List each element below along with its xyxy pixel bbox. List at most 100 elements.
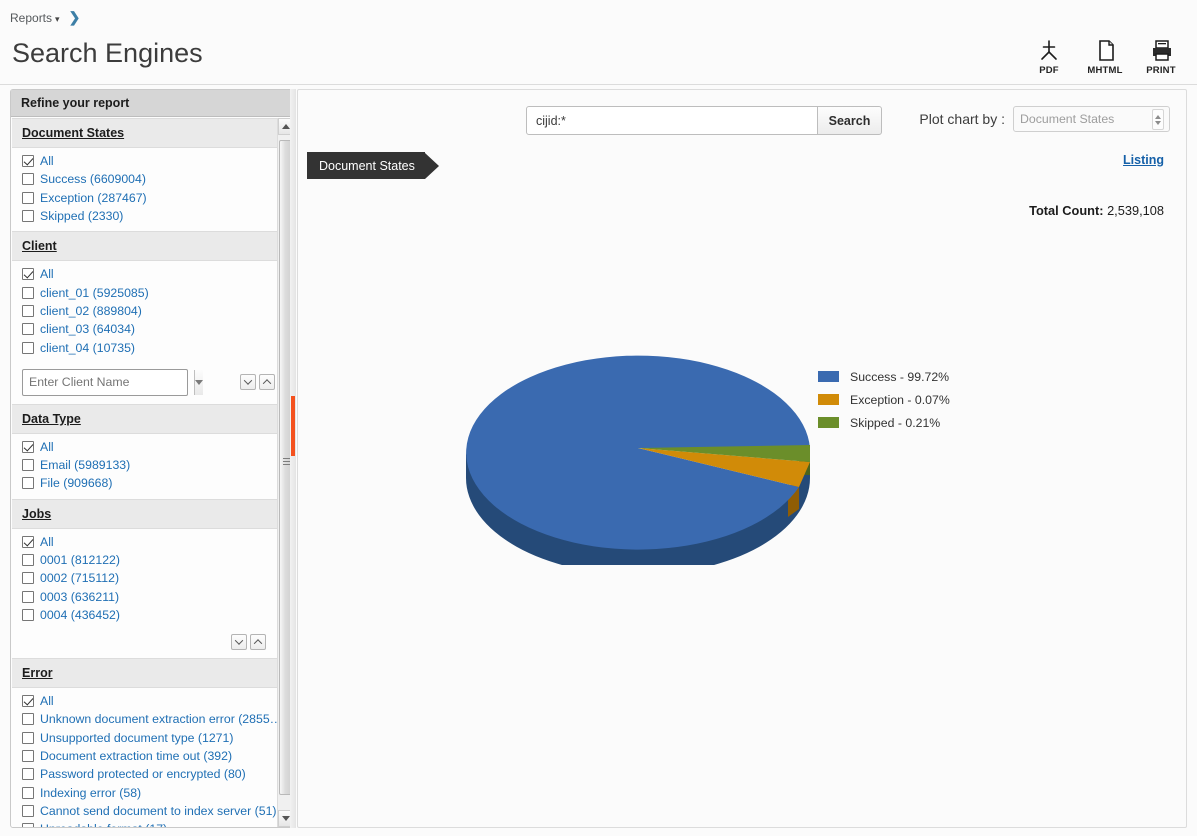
- facet-option[interactable]: File (909668): [22, 474, 278, 492]
- facet-option[interactable]: Email (5989133): [22, 456, 278, 474]
- checkbox-icon[interactable]: [22, 192, 34, 204]
- checkbox-icon[interactable]: [22, 768, 34, 780]
- splitter-handle-marker[interactable]: [291, 396, 295, 456]
- facet-option[interactable]: 0004 (436452): [22, 606, 278, 624]
- checkbox-icon[interactable]: [22, 554, 34, 566]
- facet-option[interactable]: All: [22, 692, 278, 710]
- checkbox-icon[interactable]: [22, 787, 34, 799]
- jobs-nav-buttons: [12, 630, 278, 658]
- facet-option-label: Success (6609004): [40, 172, 146, 186]
- checkbox-icon[interactable]: [22, 459, 34, 471]
- facet-option[interactable]: 0003 (636211): [22, 587, 278, 605]
- facet-options-data-type: All Email (5989133) File (909668): [12, 434, 278, 499]
- checkbox-icon[interactable]: [22, 572, 34, 584]
- checkbox-icon[interactable]: [22, 155, 34, 167]
- checkbox-icon[interactable]: [22, 536, 34, 548]
- client-name-input[interactable]: [23, 370, 194, 395]
- facet-option[interactable]: Unknown document extraction error (2855…: [22, 710, 278, 728]
- facet-section-header-error[interactable]: Error: [12, 658, 278, 688]
- checkbox-icon[interactable]: [22, 591, 34, 603]
- jobs-page-up-button[interactable]: [250, 634, 266, 650]
- checkbox-icon[interactable]: [22, 287, 34, 299]
- checkbox-icon[interactable]: [22, 732, 34, 744]
- checkbox-icon[interactable]: [22, 750, 34, 762]
- client-name-dropdown-button[interactable]: [194, 370, 203, 395]
- facet-option[interactable]: Skipped (2330): [22, 207, 278, 225]
- refine-panel: Refine your report Document States All S…: [10, 89, 295, 828]
- checkbox-icon[interactable]: [22, 713, 34, 725]
- print-button[interactable]: PRINT: [1141, 38, 1181, 76]
- checkbox-icon[interactable]: [22, 477, 34, 489]
- facet-option[interactable]: Password protected or encrypted (80): [22, 765, 278, 783]
- checkbox-icon[interactable]: [22, 323, 34, 335]
- facet-option[interactable]: All: [22, 438, 278, 456]
- checkbox-icon[interactable]: [22, 695, 34, 707]
- total-count-label: Total Count:: [1029, 203, 1103, 218]
- checkbox-icon[interactable]: [22, 268, 34, 280]
- facet-section-header-data-type[interactable]: Data Type: [12, 404, 278, 434]
- facet-option[interactable]: Exception (287467): [22, 189, 278, 207]
- checkbox-icon[interactable]: [22, 805, 34, 817]
- panel-splitter[interactable]: [290, 89, 296, 828]
- facet-option[interactable]: Unsupported document type (1271): [22, 729, 278, 747]
- facet-option-label: File (909668): [40, 476, 112, 490]
- legend-item[interactable]: Exception - 0.07%: [818, 388, 950, 411]
- facet-option[interactable]: All: [22, 533, 278, 551]
- checkbox-icon[interactable]: [22, 342, 34, 354]
- jobs-page-down-button[interactable]: [231, 634, 247, 650]
- client-page-down-button[interactable]: [240, 374, 256, 390]
- facet-option[interactable]: client_04 (10735): [22, 338, 278, 356]
- chevron-down-icon[interactable]: ▾: [55, 14, 60, 24]
- facet-section-title: Jobs: [22, 507, 51, 521]
- checkbox-icon[interactable]: [22, 609, 34, 621]
- facet-option[interactable]: client_02 (889804): [22, 302, 278, 320]
- facet-options-client: All client_01 (5925085) client_02 (88980…: [12, 261, 278, 362]
- facet-option[interactable]: Cannot send document to index server (51…: [22, 802, 278, 820]
- client-nav-buttons: [240, 374, 275, 390]
- legend-item[interactable]: Skipped - 0.21%: [818, 411, 950, 434]
- pdf-label: PDF: [1029, 65, 1069, 76]
- plot-chart-by-select[interactable]: Document States: [1013, 106, 1170, 132]
- checkbox-icon[interactable]: [22, 210, 34, 222]
- facet-option[interactable]: Document extraction time out (392): [22, 747, 278, 765]
- breadcrumb-separator-icon: ❯: [69, 9, 79, 25]
- client-name-combo[interactable]: [22, 369, 188, 396]
- listing-link[interactable]: Listing: [1123, 153, 1164, 167]
- client-page-up-button[interactable]: [259, 374, 275, 390]
- mhtml-label: MHTML: [1085, 65, 1125, 76]
- facet-option[interactable]: All: [22, 152, 278, 170]
- facet-section-header-document-states[interactable]: Document States: [12, 118, 278, 148]
- facet-option-label: 0001 (812122): [40, 553, 120, 567]
- facet-option-label: All: [40, 694, 54, 708]
- mhtml-icon: [1085, 38, 1125, 64]
- facet-section-title: Client: [22, 239, 57, 253]
- facet-option[interactable]: client_01 (5925085): [22, 283, 278, 301]
- search-button[interactable]: Search: [817, 106, 882, 135]
- facet-option[interactable]: client_03 (64034): [22, 320, 278, 338]
- checkbox-icon[interactable]: [22, 173, 34, 185]
- pdf-export-button[interactable]: PDF: [1029, 38, 1069, 76]
- facet-section-header-jobs[interactable]: Jobs: [12, 499, 278, 529]
- legend-item[interactable]: Success - 99.72%: [818, 365, 950, 388]
- facet-scroll-region[interactable]: Document States All Success (6609004) Ex…: [12, 118, 295, 827]
- pie-chart[interactable]: [458, 335, 818, 565]
- search-input-wrapper[interactable]: [526, 106, 818, 135]
- search-input[interactable]: [527, 107, 817, 134]
- checkbox-icon[interactable]: [22, 305, 34, 317]
- breadcrumb-reports[interactable]: Reports: [10, 11, 52, 25]
- facet-option-label: All: [40, 154, 54, 168]
- facet-section-title: Error: [22, 666, 53, 680]
- mhtml-export-button[interactable]: MHTML: [1085, 38, 1125, 76]
- facet-option[interactable]: 0001 (812122): [22, 551, 278, 569]
- spinner-icon[interactable]: [1152, 109, 1164, 130]
- facet-option[interactable]: 0002 (715112): [22, 569, 278, 587]
- facet-option[interactable]: Indexing error (58): [22, 784, 278, 802]
- checkbox-icon[interactable]: [22, 823, 34, 827]
- facet-section-header-client[interactable]: Client: [12, 231, 278, 261]
- facet-option-label: Cannot send document to index server (51…: [40, 804, 277, 818]
- facet-option[interactable]: Unreadable format (17): [22, 820, 278, 827]
- facet-option[interactable]: All: [22, 265, 278, 283]
- facet-option[interactable]: Success (6609004): [22, 170, 278, 188]
- checkbox-icon[interactable]: [22, 441, 34, 453]
- chart-breadcrumb-tab[interactable]: Document States: [307, 152, 439, 179]
